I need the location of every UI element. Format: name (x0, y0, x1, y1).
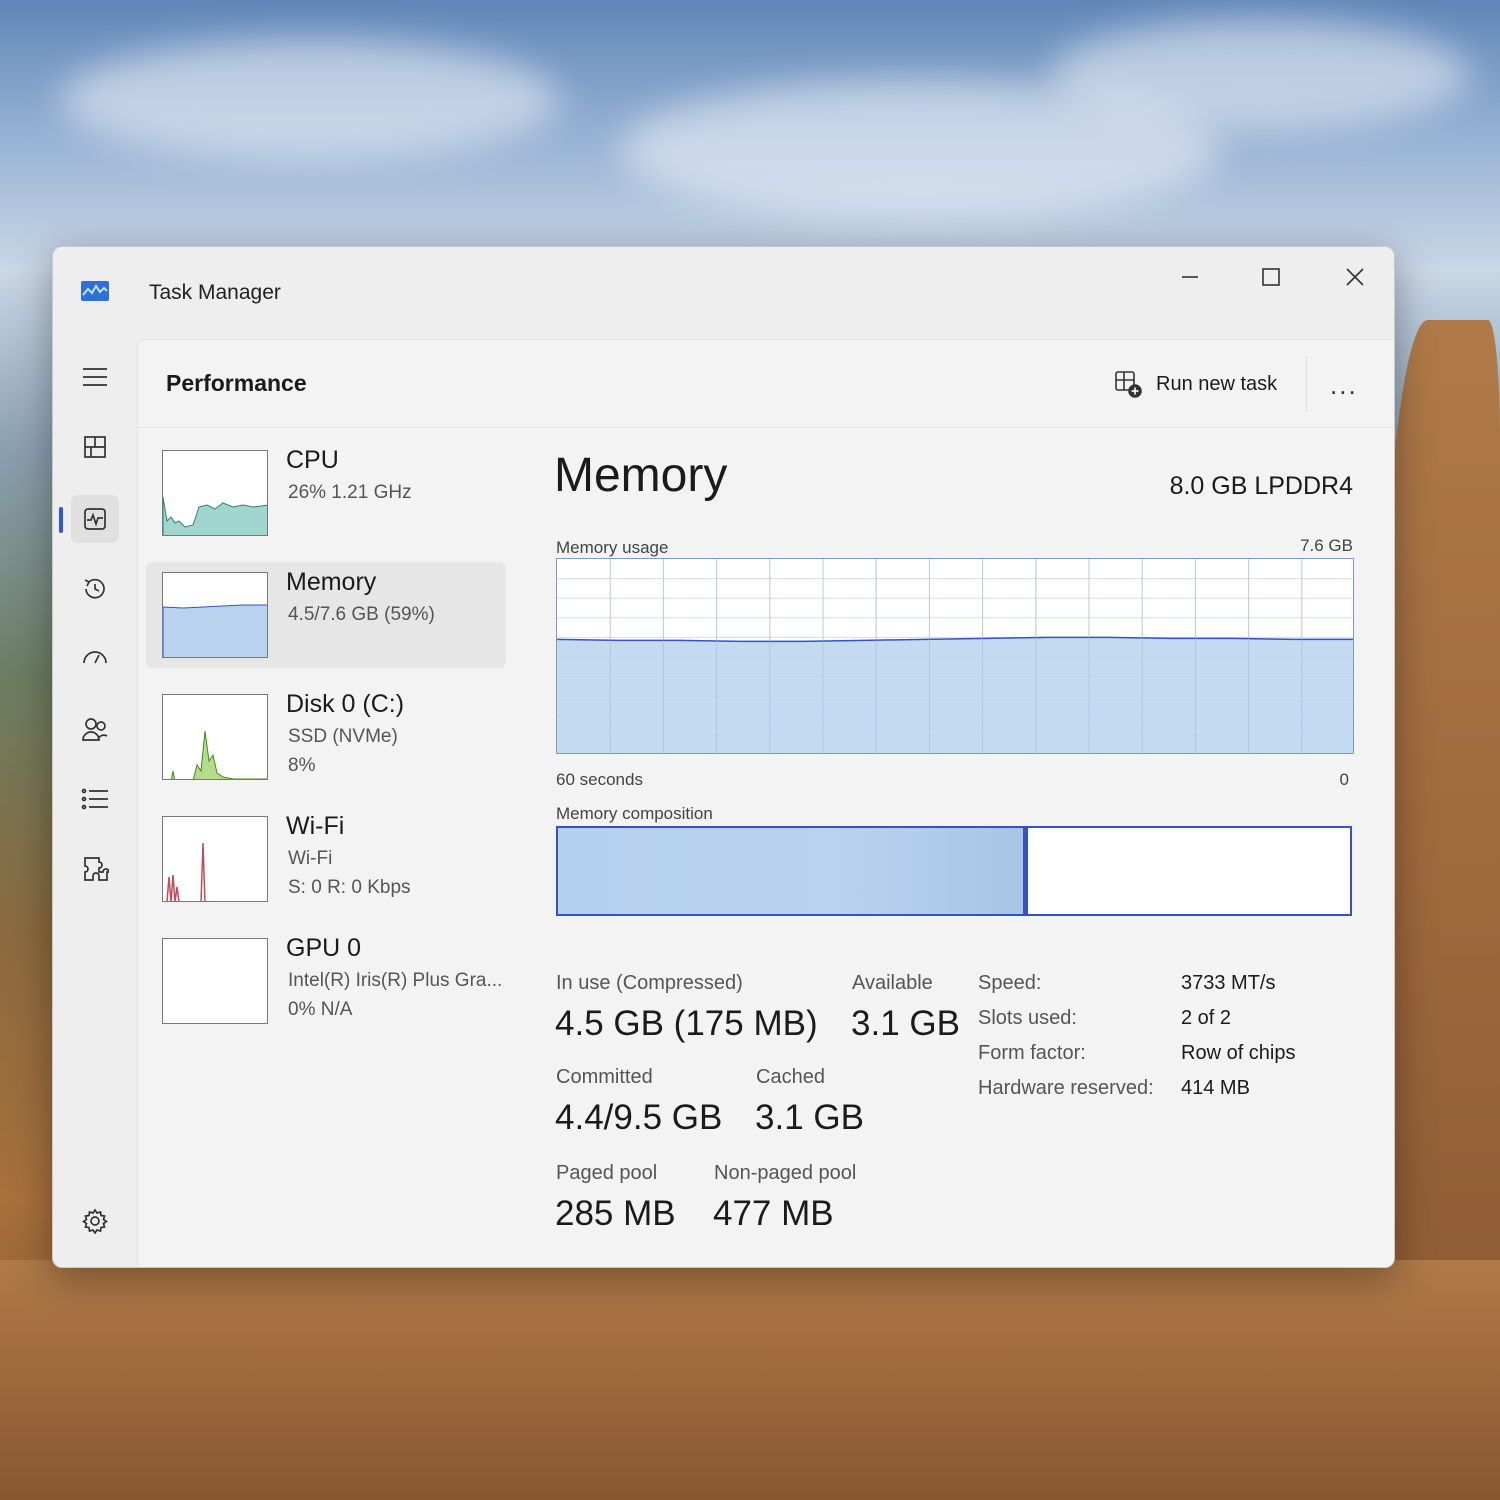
spec-key-form-factor: Form factor: (978, 1042, 1086, 1064)
users-icon (82, 718, 108, 741)
paged-pool-label: Paged pool (556, 1162, 658, 1184)
window-title: Task Manager (149, 281, 281, 304)
app-history-icon (84, 578, 105, 599)
device-name: Wi-Fi (286, 812, 345, 840)
spec-value-hardware-reserved: 414 MB (1181, 1077, 1250, 1099)
device-detail-2: 8% (288, 755, 316, 776)
nav-item-app-history[interactable] (71, 565, 119, 613)
memory-thumbnail-graph (162, 572, 268, 658)
memory-usage-area (557, 637, 1353, 753)
in-use-label: In use (Compressed) (556, 972, 743, 994)
memory-heading: Memory (554, 449, 728, 502)
minimize-button[interactable] (1160, 253, 1220, 301)
spec-key-speed: Speed: (978, 972, 1042, 994)
graph-time-end: 0 (1339, 770, 1349, 789)
device-name: CPU (286, 446, 339, 474)
memory-composition-label: Memory composition (556, 804, 713, 823)
run-new-task-button[interactable]: Run new task (1104, 362, 1287, 406)
spec-key-slots: Slots used: (978, 1007, 1077, 1029)
device-detail: 4.5/7.6 GB (59%) (288, 604, 435, 625)
startup-apps-icon (83, 651, 107, 664)
nav-item-services[interactable] (71, 845, 119, 893)
device-name: GPU 0 (286, 934, 362, 962)
composition-in-use (558, 828, 1026, 914)
header-separator (1306, 356, 1307, 412)
spec-value-speed: 3733 MT/s (1181, 972, 1276, 994)
task-manager-window: Task Manager Performance Run new task ..… (52, 246, 1395, 1268)
settings-icon (82, 1208, 108, 1234)
device-item-disk[interactable]: Disk 0 (C:) SSD (NVMe) 8% (146, 684, 506, 790)
gpu-thumbnail-graph (162, 938, 268, 1024)
services-icon (84, 857, 109, 881)
spec-value-slots: 2 of 2 (1181, 1007, 1232, 1029)
available-label: Available (852, 972, 933, 994)
cached-value: 3.1 GB (755, 1098, 864, 1137)
task-manager-app-icon (81, 281, 109, 301)
spec-key-hardware-reserved: Hardware reserved: (978, 1077, 1154, 1099)
device-item-memory[interactable]: Memory 4.5/7.6 GB (59%) (146, 562, 506, 668)
device-list: CPU 26% 1.21 GHz Memory 4.5/7.6 GB (59%) (146, 440, 506, 1050)
processes-icon (84, 436, 106, 458)
memory-spec: 8.0 GB LPDDR4 (1169, 472, 1353, 500)
non-paged-pool-value: 477 MB (713, 1194, 834, 1233)
device-detail: SSD (NVMe) (288, 726, 398, 747)
device-detail: Wi-Fi (288, 848, 333, 869)
composition-divider (1023, 828, 1029, 914)
nav-item-startup-apps[interactable] (71, 635, 119, 683)
disk-thumbnail-graph (162, 694, 268, 780)
close-button[interactable] (1325, 253, 1385, 301)
maximize-button[interactable] (1241, 253, 1301, 301)
more-options-button[interactable]: ... (1330, 370, 1358, 401)
paged-pool-value: 285 MB (555, 1194, 676, 1233)
nav-menu-button[interactable] (71, 353, 119, 401)
device-item-cpu[interactable]: CPU 26% 1.21 GHz (146, 440, 506, 546)
run-new-task-icon (1115, 371, 1142, 398)
cached-label: Cached (756, 1066, 825, 1088)
nav-item-users[interactable] (71, 705, 119, 753)
device-name: Disk 0 (C:) (286, 690, 405, 718)
device-detail-2: S: 0 R: 0 Kbps (288, 877, 411, 898)
content-area: Performance Run new task ... CPU 26% 1.2… (137, 339, 1394, 1267)
cpu-thumbnail-graph (162, 450, 268, 536)
page-title: Performance (166, 370, 307, 396)
wifi-thumbnail-graph (162, 816, 268, 902)
device-detail: 26% 1.21 GHz (288, 482, 412, 503)
spec-value-form-factor: Row of chips (1181, 1042, 1296, 1064)
details-icon (81, 788, 108, 810)
memory-usage-label: Memory usage (556, 538, 669, 557)
nav-item-settings[interactable] (71, 1197, 119, 1245)
close-icon (1346, 268, 1364, 286)
title-bar[interactable]: Task Manager (53, 247, 1394, 339)
maximize-icon (1262, 268, 1280, 286)
minimize-icon (1182, 276, 1198, 278)
available-value: 3.1 GB (851, 1004, 960, 1043)
non-paged-pool-label: Non-paged pool (714, 1162, 857, 1184)
page-header: Performance Run new task ... (138, 340, 1394, 428)
memory-usage-max: 7.6 GB (1300, 536, 1353, 555)
device-item-wifi[interactable]: Wi-Fi Wi-Fi S: 0 R: 0 Kbps (146, 806, 506, 912)
memory-composition-bar (556, 826, 1352, 916)
hamburger-menu-icon (83, 368, 107, 386)
device-item-gpu[interactable]: GPU 0 Intel(R) Iris(R) Plus Gra... 0% N/… (146, 928, 506, 1034)
in-use-value: 4.5 GB (175 MB) (555, 1004, 818, 1043)
nav-item-performance[interactable] (71, 495, 119, 543)
run-new-task-label: Run new task (1156, 372, 1278, 395)
graph-time-span: 60 seconds (556, 770, 643, 789)
nav-item-details[interactable] (71, 775, 119, 823)
device-name: Memory (286, 568, 377, 596)
committed-value: 4.4/9.5 GB (555, 1098, 723, 1137)
device-detail-2: 0% N/A (288, 999, 353, 1020)
committed-label: Committed (556, 1066, 653, 1088)
device-detail: Intel(R) Iris(R) Plus Gra... (288, 970, 503, 991)
nav-item-processes[interactable] (71, 423, 119, 471)
active-nav-indicator (59, 507, 63, 533)
navigation-rail (53, 339, 137, 1267)
performance-icon (84, 508, 106, 530)
memory-usage-graph (556, 558, 1354, 754)
